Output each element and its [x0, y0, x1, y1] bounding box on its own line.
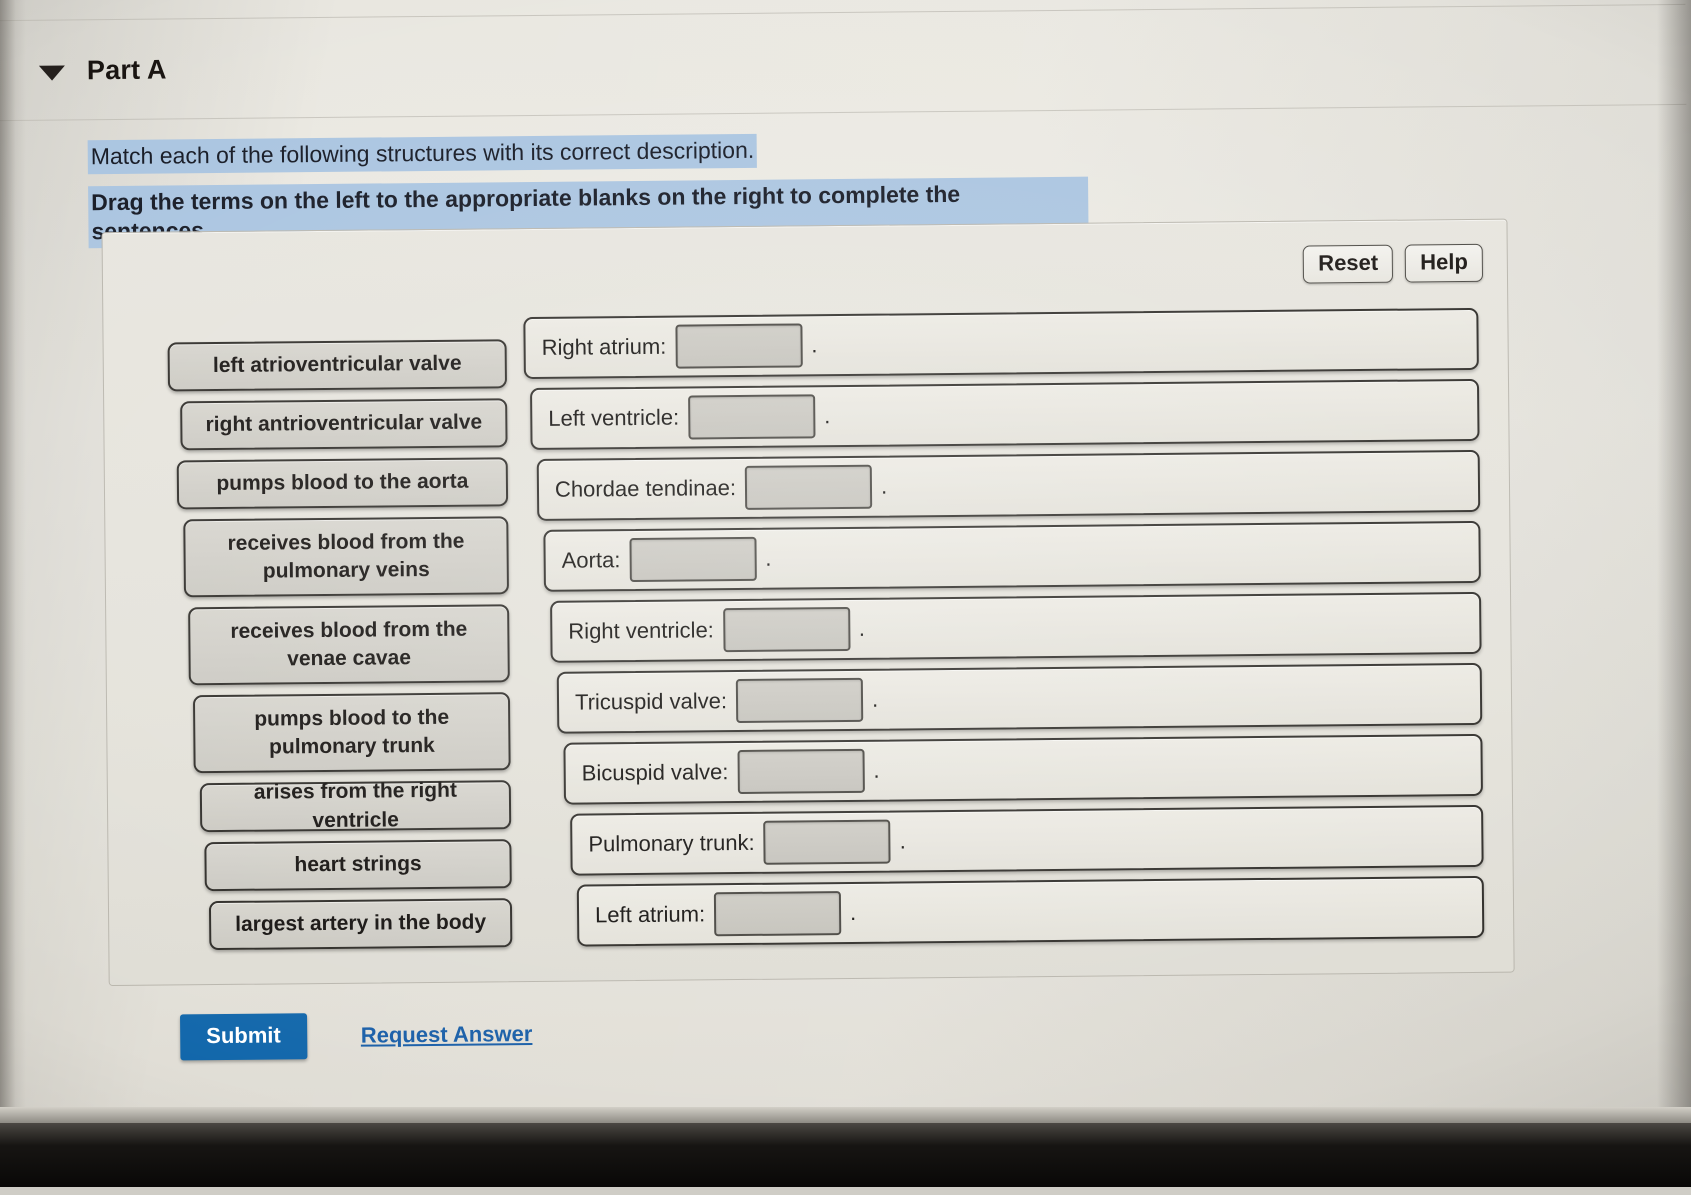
reset-button[interactable]: Reset: [1303, 244, 1394, 284]
term-tile-label: largest artery in the body: [235, 910, 487, 937]
sentence-terminator: .: [858, 615, 866, 641]
drop-blank[interactable]: [722, 606, 851, 653]
page-divider-under-header: [0, 103, 1687, 122]
drop-blank[interactable]: [675, 323, 803, 369]
drop-blank[interactable]: [687, 394, 816, 440]
instruction-line-1: Match each of the following structures w…: [87, 131, 1088, 175]
drop-blank[interactable]: [713, 891, 842, 937]
page-divider-top: [0, 3, 1686, 22]
caret-down-icon[interactable]: [38, 65, 66, 81]
term-tile[interactable]: pumps blood to the pulmonary trunk: [192, 692, 511, 774]
drop-row-label: Right atrium:: [541, 333, 667, 360]
drop-row-label: Chordae tendinae:: [554, 475, 737, 502]
drop-row: Tricuspid valve:.: [556, 662, 1483, 734]
term-tile[interactable]: arises from the right ventricle: [199, 779, 512, 833]
term-tile[interactable]: pumps blood to the aorta: [176, 457, 509, 510]
term-tile[interactable]: largest artery in the body: [208, 898, 513, 951]
term-tile-label: heart strings: [294, 852, 422, 877]
question-panel: Reset Help left atrioventricular valve ri…: [101, 218, 1515, 987]
drop-blank[interactable]: [735, 677, 864, 724]
sentence-terminator: .: [880, 473, 888, 499]
term-tile-label: pumps blood to the aorta: [216, 469, 469, 496]
monitor-bezel-highlight: [0, 1107, 1691, 1123]
term-tile[interactable]: left atrioventricular valve: [167, 339, 508, 392]
drop-row: Bicuspid valve:.: [563, 733, 1483, 805]
term-tile-label: right antrioventricular valve: [205, 410, 483, 437]
instruction-line-1-text: Match each of the following structures w…: [87, 133, 758, 175]
sentence-terminator: .: [765, 545, 772, 571]
sentence-terminator: .: [811, 332, 818, 358]
panel-toolbar: Reset Help: [1303, 243, 1484, 284]
term-tile-label: pumps blood to the pulmonary trunk: [254, 705, 450, 759]
drop-blank[interactable]: [737, 748, 865, 795]
sentence-terminator: .: [899, 828, 906, 854]
term-tile[interactable]: right antrioventricular valve: [180, 398, 508, 451]
term-tile[interactable]: receives blood from the pulmonary veins: [183, 516, 509, 598]
screen-right-edge: [1657, 0, 1691, 1187]
term-bank: left atrioventricular valve right antriov…: [162, 339, 513, 960]
term-tile[interactable]: heart strings: [204, 839, 512, 892]
drop-blank[interactable]: [763, 819, 891, 865]
drop-row: Left ventricle:.: [530, 378, 1480, 451]
sentence-terminator: .: [849, 899, 857, 925]
term-tile-label: receives blood from the pulmonary veins: [227, 529, 465, 583]
drop-row-label: Tricuspid valve:: [574, 688, 728, 715]
screen-left-edge: [0, 0, 26, 1187]
page-title: Part A: [86, 54, 167, 86]
drop-row: Right atrium:.: [523, 307, 1479, 380]
drop-row: Left atrium:.: [576, 875, 1485, 947]
monitor-bezel: [0, 1123, 1691, 1187]
drop-row-label: Right ventricle:: [568, 617, 714, 644]
term-tile-label: left atrioventricular valve: [212, 352, 462, 378]
drop-blank[interactable]: [744, 464, 873, 510]
term-tile-label: arises from the right ventricle: [253, 778, 458, 832]
drop-row-label: Aorta:: [561, 547, 621, 573]
submit-button[interactable]: Submit: [180, 1013, 308, 1061]
term-tile[interactable]: receives blood from the venae cavae: [188, 604, 510, 686]
drop-row-label: Bicuspid valve:: [581, 759, 729, 786]
assignment-page: Part A Match each of the following struc…: [0, 0, 1691, 1195]
drop-row-label: Pulmonary trunk:: [588, 829, 755, 857]
drop-blank[interactable]: [629, 536, 757, 583]
help-button[interactable]: Help: [1404, 243, 1484, 283]
sentence-terminator: .: [824, 403, 831, 429]
answer-actions: Submit Request Answer: [180, 1011, 533, 1061]
drop-row-label: Left atrium:: [594, 901, 706, 928]
sentence-terminator: .: [871, 686, 879, 712]
drop-target-list: Right atrium:. Left ventricle:. Chordae te…: [523, 307, 1485, 956]
drop-row: Chordae tendinae:.: [536, 449, 1481, 521]
sentence-terminator: .: [873, 757, 880, 783]
term-tile-label: receives blood from the venae cavae: [230, 617, 468, 671]
drop-row: Pulmonary trunk:.: [570, 804, 1484, 876]
drop-row-label: Left ventricle:: [548, 404, 680, 431]
request-answer-link[interactable]: Request Answer: [361, 1021, 533, 1049]
part-header[interactable]: Part A: [38, 54, 167, 86]
drop-row: Right ventricle:.: [550, 591, 1482, 663]
drop-row: Aorta:.: [543, 520, 1481, 592]
